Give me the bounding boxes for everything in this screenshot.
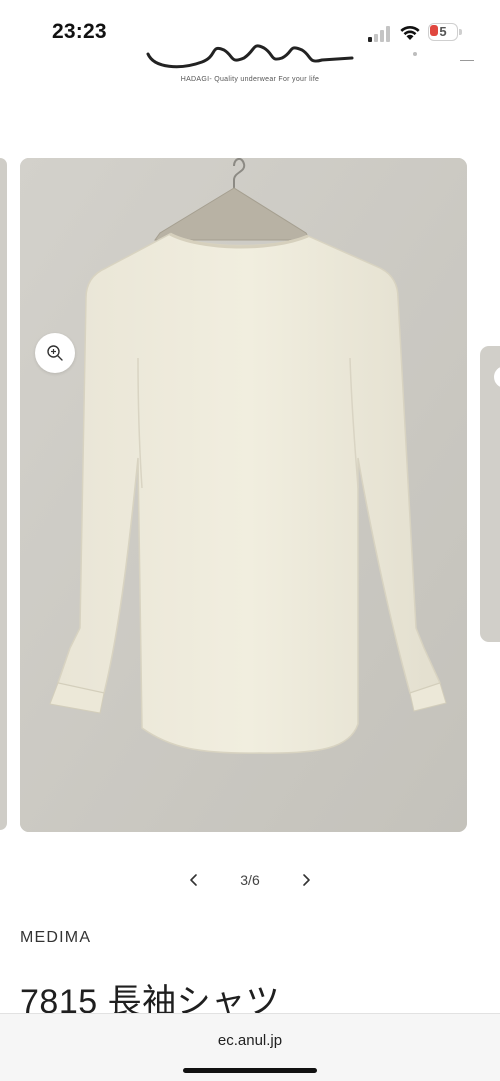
product-brand: MEDIMA — [20, 929, 92, 946]
status-time: 23:23 — [52, 20, 107, 43]
battery-icon: 5 — [428, 23, 464, 43]
chevron-left-icon — [190, 874, 197, 886]
zoom-button[interactable] — [35, 333, 75, 373]
home-indicator[interactable] — [183, 1068, 317, 1073]
previous-slide-button[interactable] — [182, 868, 206, 892]
brand-tagline: HADAGI- Quality underwear For your life — [180, 76, 320, 83]
cart-icon[interactable] — [460, 50, 474, 61]
slide-counter: 3/6 — [240, 872, 260, 888]
long-sleeve-shirt-image — [20, 158, 467, 832]
chevron-right-icon — [303, 874, 310, 886]
next-slide-button[interactable] — [294, 868, 318, 892]
gallery-pagination: 3/6 — [0, 864, 500, 896]
url-text[interactable]: ec.anul.jp — [0, 1032, 500, 1049]
browser-address-bar[interactable]: ec.anul.jp — [0, 1013, 500, 1081]
account-icon[interactable] — [413, 52, 417, 56]
gallery-slide-next[interactable] — [480, 346, 500, 642]
product-image[interactable] — [20, 158, 467, 832]
battery-level: 5 — [439, 24, 447, 39]
zoom-in-icon — [47, 345, 63, 361]
cellular-signal-icon — [368, 26, 390, 42]
brand-logo[interactable] — [140, 40, 360, 74]
product-gallery[interactable] — [0, 158, 500, 832]
wifi-icon — [400, 25, 420, 40]
gallery-slide-previous[interactable] — [0, 158, 7, 830]
